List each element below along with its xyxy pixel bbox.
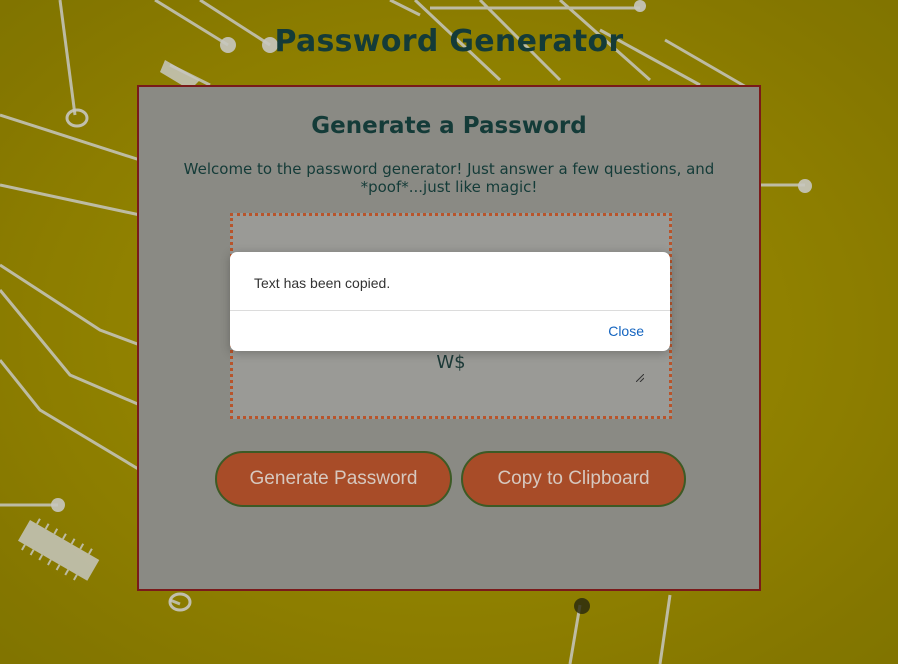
copy-to-clipboard-button[interactable]: Copy to Clipboard [461,451,686,507]
dialog-message: Text has been copied. [230,252,670,311]
close-button[interactable]: Close [608,323,644,339]
card-title: Generate a Password [311,113,587,139]
dialog-footer: Close [230,311,670,351]
copied-dialog: Text has been copied. Close [230,252,670,351]
resize-handle-icon[interactable] [636,374,644,382]
page-title: Password Generator [274,24,624,59]
card-description: Welcome to the password generator! Just … [183,160,715,196]
password-text: W$ [436,352,466,373]
generate-password-button[interactable]: Generate Password [215,451,452,507]
